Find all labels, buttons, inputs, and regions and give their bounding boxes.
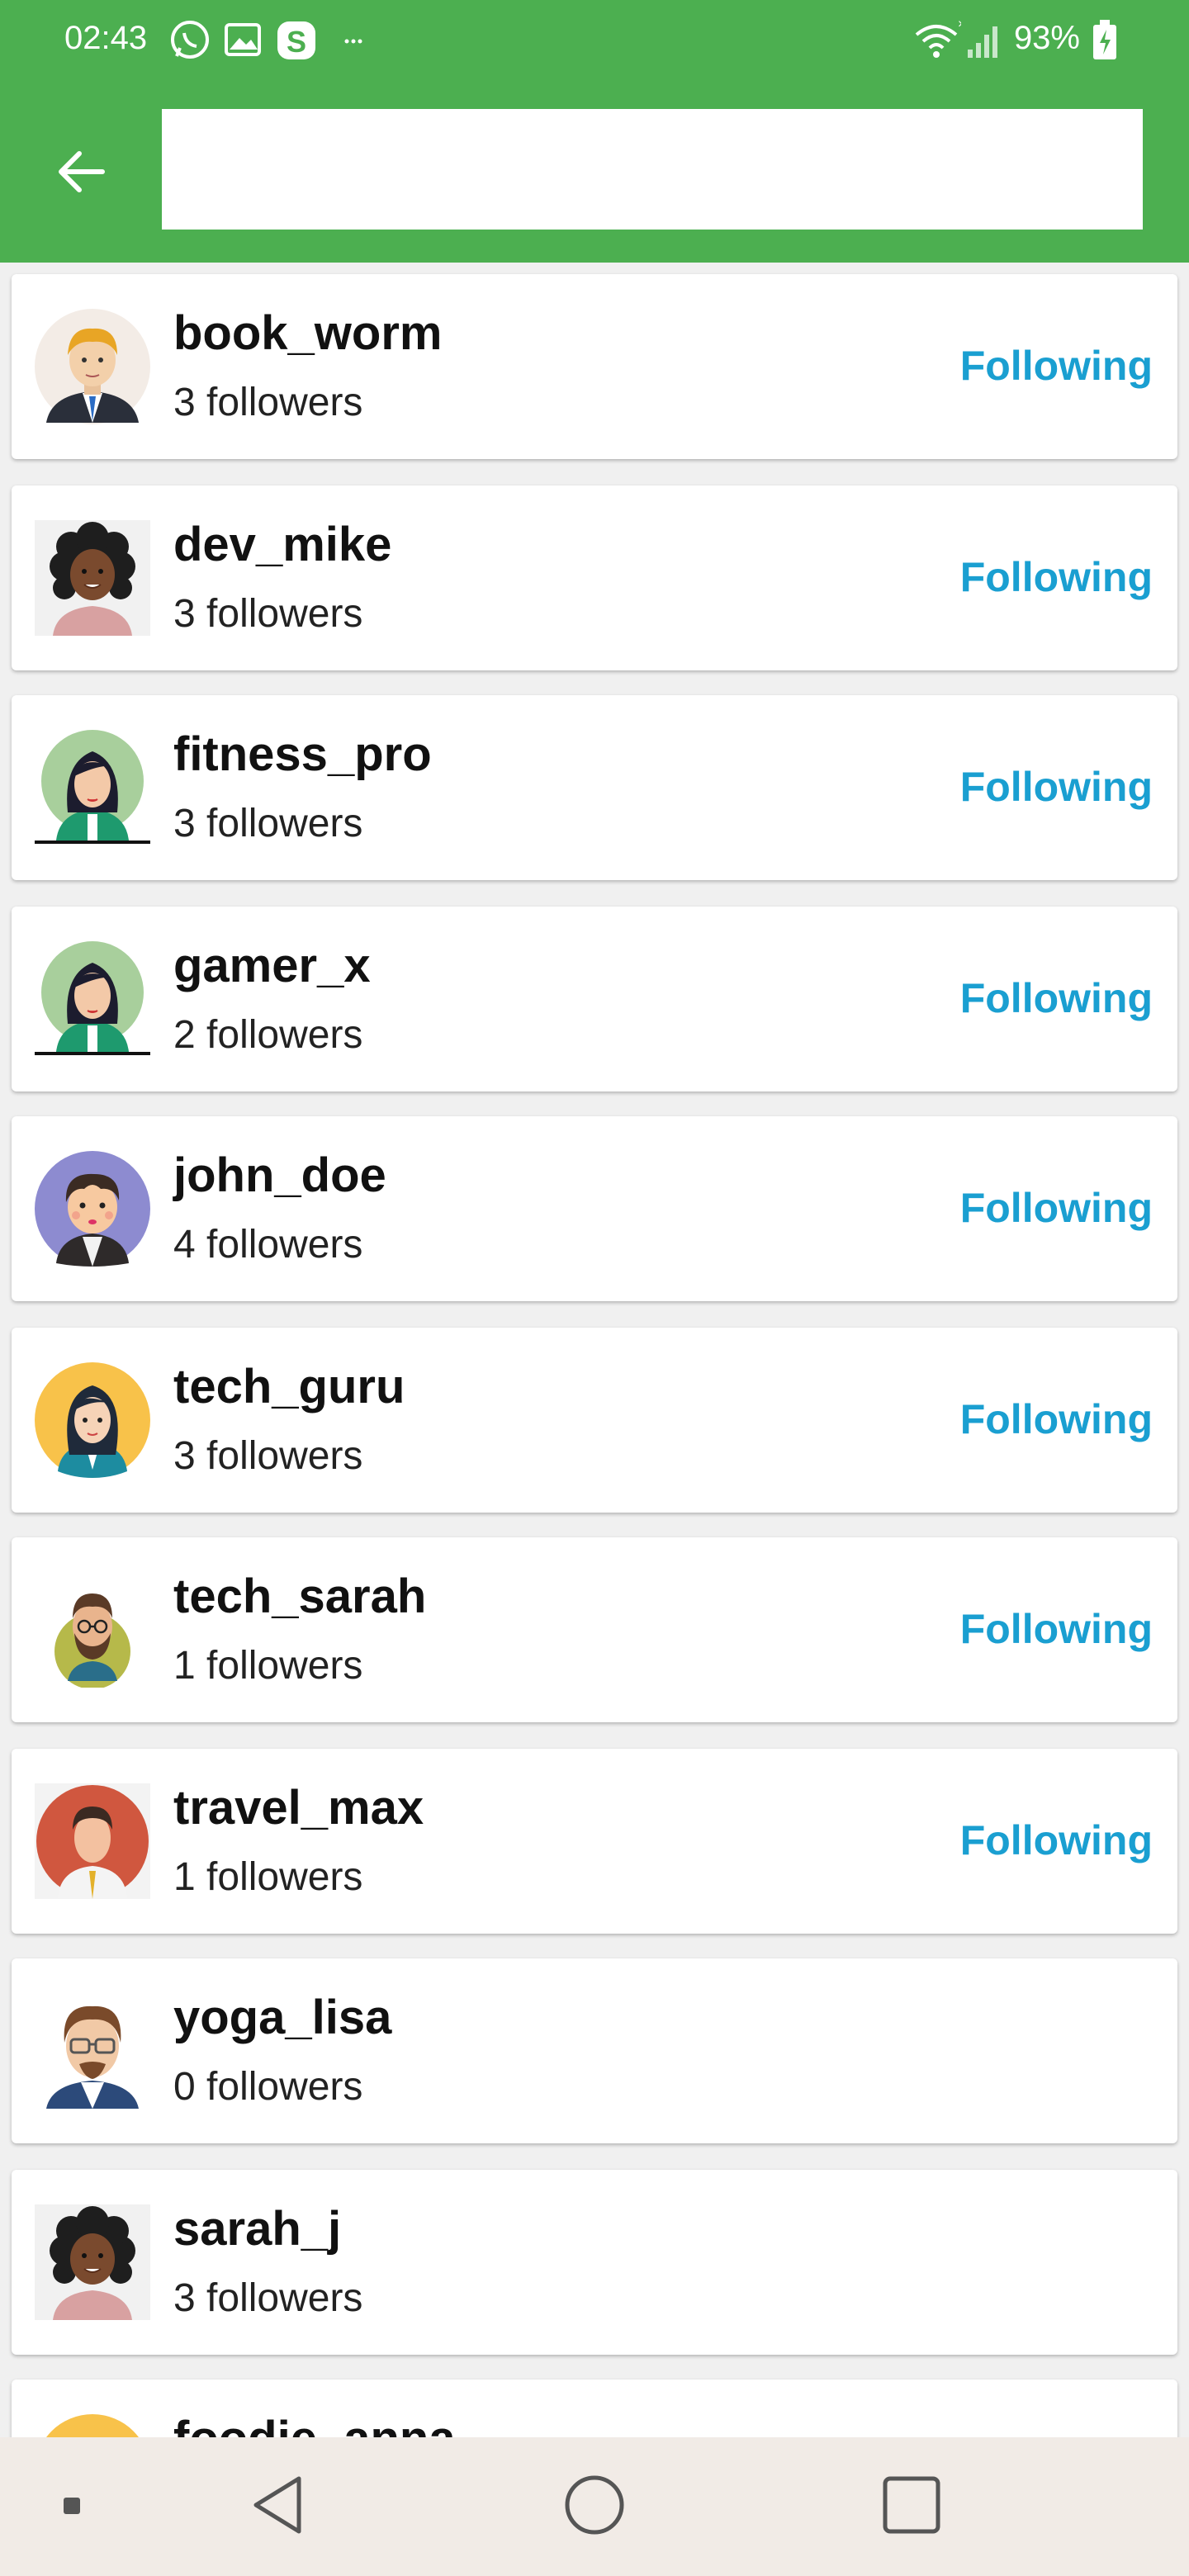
man-purple-avatar [35,1151,150,1267]
back-triangle-icon[interactable] [246,2472,312,2538]
status-time: 02:43 [64,20,148,56]
following-button[interactable]: Following [960,1816,1153,1864]
username: john_doe [173,1148,386,1202]
user-card[interactable]: travel_max 1 followers Following [12,1749,1177,1934]
gallery-icon [225,23,261,56]
follower-count: 3 followers [173,2276,363,2320]
following-button[interactable]: Following [960,763,1153,811]
following-button[interactable]: Following [960,1184,1153,1232]
search-input[interactable] [162,109,1143,230]
follower-count: 3 followers [173,1434,363,1478]
whatsapp-icon [171,21,209,59]
app-bar [0,79,1189,263]
username: foodie_anna [173,2411,456,2437]
follower-count: 3 followers [173,381,363,424]
woman-yellow-avatar [46,2414,139,2437]
following-button[interactable]: Following [960,974,1153,1022]
username: sarah_j [173,2202,342,2256]
signal-icon [968,26,997,58]
username: yoga_lisa [173,1991,392,2044]
woman-curly-avatar [35,520,150,636]
user-card[interactable]: fitness_pro 3 followers Following [12,695,1177,880]
more-dots-icon [344,39,362,44]
following-button[interactable]: Following [960,1395,1153,1443]
user-card[interactable]: sarah_j 3 followers [12,2170,1177,2355]
follower-count: 1 followers [173,1644,363,1688]
user-card[interactable]: john_doe 4 followers Following [12,1116,1177,1301]
arrow-left-icon[interactable] [50,139,116,205]
status-bar: 02:43 S × 93% [0,0,1189,79]
user-card[interactable]: dev_mike 3 followers Following [12,485,1177,670]
man-suit-avatar [35,309,150,424]
menu-dot-icon[interactable] [61,2495,83,2517]
user-card[interactable]: gamer_x 2 followers Following [12,907,1177,1091]
following-button[interactable]: Following [960,342,1153,390]
username: travel_max [173,1781,424,1835]
username: book_worm [173,306,443,360]
user-card[interactable]: yoga_lisa 0 followers [12,1958,1177,2143]
user-card[interactable]: book_worm 3 followers Following [12,274,1177,459]
home-circle-icon[interactable] [561,2472,628,2538]
woman-yellow-avatar [35,1362,150,1478]
username: gamer_x [173,939,371,992]
username: fitness_pro [173,727,432,781]
following-button[interactable]: Following [960,553,1153,601]
user-card[interactable]: tech_sarah 1 followers Following [12,1537,1177,1722]
man-red-avatar [35,1783,150,1899]
recents-square-icon[interactable] [879,2472,945,2538]
wifi-icon: × [915,17,961,58]
battery-charging-icon [1093,20,1116,59]
svg-text:×: × [958,17,961,31]
battery-percent: 93% [1013,20,1080,56]
username: tech_guru [173,1360,405,1413]
svg-text:S: S [287,25,306,59]
user-card[interactable]: foodie_anna [12,2379,1177,2437]
following-button[interactable]: Following [960,1605,1153,1653]
woman-green-avatar [35,730,150,844]
navigation-bar [0,2437,1189,2576]
woman-green-avatar [35,941,150,1055]
follower-count: 0 followers [173,2065,363,2109]
follower-count: 3 followers [173,592,363,636]
s-app-icon: S [277,21,315,59]
man-glasses-avatar [35,1993,150,2109]
man-beard-avatar [54,1593,130,1688]
woman-curly-avatar [35,2204,150,2320]
user-card[interactable]: tech_guru 3 followers Following [12,1328,1177,1513]
username: tech_sarah [173,1570,427,1623]
follower-count: 1 followers [173,1855,363,1899]
follower-count: 4 followers [173,1223,363,1267]
username: dev_mike [173,518,392,571]
user-list: book_worm 3 followers Following dev_mike… [0,263,1189,2437]
follower-count: 3 followers [173,802,363,845]
follower-count: 2 followers [173,1013,363,1057]
